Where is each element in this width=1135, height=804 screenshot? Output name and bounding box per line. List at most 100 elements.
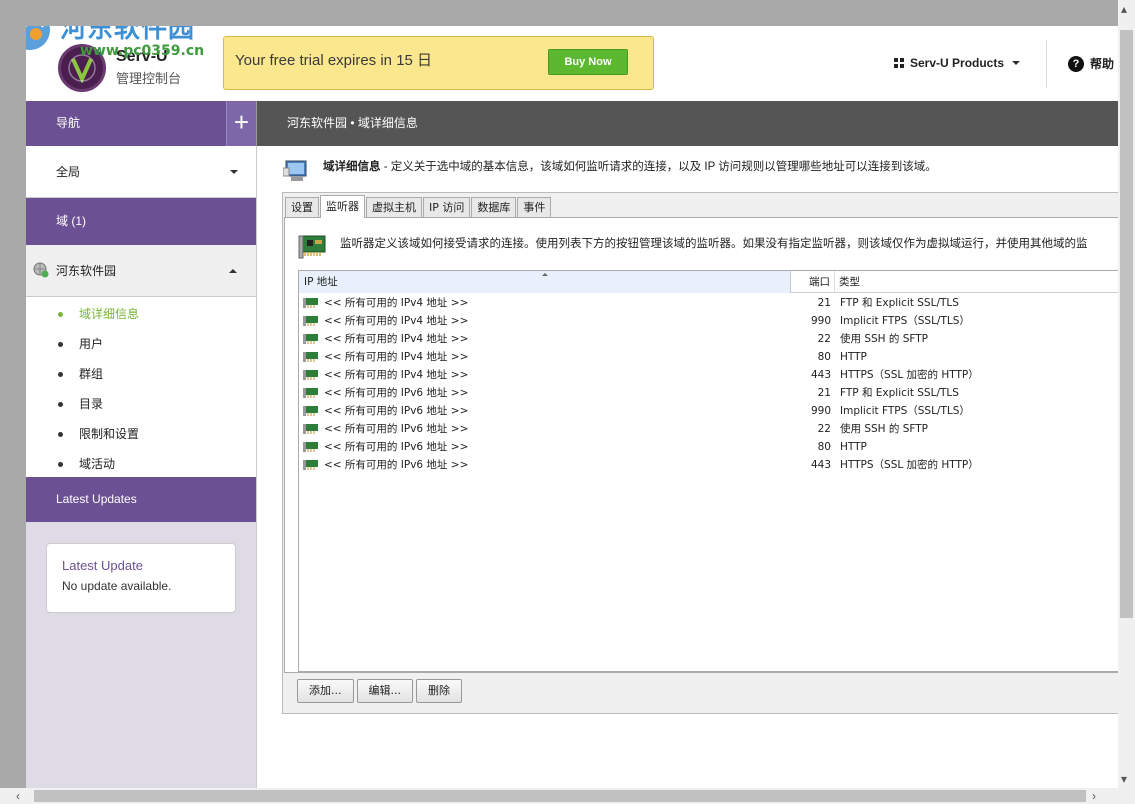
- column-header-port[interactable]: 端口: [791, 271, 835, 293]
- domain-submenu: 域详细信息 用户 群组 目录 限制和设置 域活动: [26, 297, 256, 477]
- bullet-icon: [58, 372, 63, 377]
- sidebar-item-label: 全局: [56, 165, 81, 179]
- products-label: Serv-U Products: [910, 56, 1005, 70]
- cell-type: Implicit FTPS（SSL/TLS）: [840, 405, 970, 417]
- sidebar-item-label: 域活动: [79, 457, 116, 471]
- sidebar-item-global[interactable]: 全局: [26, 146, 256, 198]
- tab-ip-access[interactable]: IP 访问: [423, 197, 471, 217]
- help-label: 帮助: [1090, 57, 1115, 71]
- listeners-tab-pane: 监听器定义该域如何接受请求的连接。使用列表下方的按钮管理该域的监听器。如果没有指…: [284, 217, 1118, 673]
- cell-port: 80: [817, 351, 831, 363]
- latest-updates-header[interactable]: Latest Updates: [26, 477, 256, 522]
- sidebar-item-label: 群组: [79, 367, 104, 381]
- watermark-url: www.pc0359.cn: [80, 43, 205, 59]
- table-row[interactable]: << 所有可用的 IPv6 地址 >> 80 HTTP: [299, 438, 1118, 456]
- cell-type: HTTPS（SSL 加密的 HTTP）: [840, 369, 979, 381]
- bullet-icon: [58, 312, 63, 317]
- sidebar-item-domain-details[interactable]: 域详细信息: [26, 299, 256, 329]
- cell-ip: << 所有可用的 IPv6 地址 >>: [324, 423, 469, 435]
- scroll-right-arrow-icon[interactable]: ›: [1092, 789, 1096, 803]
- table-row[interactable]: << 所有可用的 IPv6 地址 >> 443 HTTPS（SSL 加密的 HTTP…: [299, 456, 1118, 474]
- table-row[interactable]: << 所有可用的 IPv4 地址 >> 990 Implicit FTPS（SSL/…: [299, 312, 1118, 330]
- delete-listener-button[interactable]: 删除: [416, 679, 462, 703]
- bullet-icon: [58, 462, 63, 467]
- listeners-description: 监听器定义该域如何接受请求的连接。使用列表下方的按钮管理该域的监听器。如果没有指…: [340, 238, 1088, 250]
- latest-update-box: Latest Update No update available.: [46, 543, 236, 613]
- serv-u-products-menu[interactable]: Serv-U Products: [894, 56, 1021, 70]
- sidebar: 导航 + 全局 域 (1) 河东软件园 域详细信息 用户 群组 目录 限制和设置…: [26, 101, 256, 788]
- watermark-logo: [26, 26, 50, 50]
- tab-settings[interactable]: 设置: [285, 197, 319, 217]
- tab-database[interactable]: 数据库: [471, 197, 517, 217]
- edit-listener-button[interactable]: 编辑...: [356, 679, 413, 703]
- listener-icon: [303, 298, 318, 308]
- cell-port: 22: [817, 423, 831, 435]
- bullet-icon: [58, 342, 63, 347]
- horizontal-scrollbar-thumb[interactable]: [34, 790, 1086, 802]
- sidebar-item-domain-hedong[interactable]: 河东软件园: [26, 245, 256, 297]
- main-content: 域详细信息 - 定义关于选中域的基本信息，该域如何监听请求的连接，以及 IP 访…: [256, 146, 1118, 788]
- listener-icon: [303, 316, 318, 326]
- tab-listeners[interactable]: 监听器: [320, 195, 365, 218]
- cell-ip: << 所有可用的 IPv6 地址 >>: [324, 405, 469, 417]
- sidebar-item-label: 域详细信息: [79, 307, 140, 321]
- domain-info-text: - 定义关于选中域的基本信息，该域如何监听请求的连接，以及 IP 访问规则以管理…: [380, 161, 937, 173]
- tab-virtual-hosts[interactable]: 虚拟主机: [366, 197, 422, 217]
- table-row[interactable]: << 所有可用的 IPv4 地址 >> 443 HTTPS（SSL 加密的 HTTP…: [299, 366, 1118, 384]
- header-divider: [1046, 40, 1047, 88]
- cell-ip: << 所有可用的 IPv6 地址 >>: [324, 387, 469, 399]
- table-header: IP 地址 端口 类型: [299, 271, 1118, 293]
- chevron-up-icon: [229, 269, 237, 273]
- add-listener-button[interactable]: 添加...: [297, 679, 354, 703]
- scroll-down-arrow-icon[interactable]: ▾: [1121, 772, 1127, 786]
- help-button[interactable]: ? 帮助: [1068, 55, 1114, 72]
- table-row[interactable]: << 所有可用的 IPv4 地址 >> 21 FTP 和 Explicit SSL/…: [299, 294, 1118, 312]
- table-row[interactable]: << 所有可用的 IPv6 地址 >> 21 FTP 和 Explicit SSL/…: [299, 384, 1118, 402]
- sidebar-item-label: 限制和设置: [79, 427, 140, 441]
- nav-header: 导航: [26, 101, 226, 146]
- table-row[interactable]: << 所有可用的 IPv4 地址 >> 80 HTTP: [299, 348, 1118, 366]
- column-header-type[interactable]: 类型: [835, 271, 1118, 293]
- product-subtitle: 管理控制台: [116, 71, 182, 86]
- tab-bar: 设置 监听器 虚拟主机 IP 访问 数据库 事件: [285, 195, 552, 218]
- column-header-ip[interactable]: IP 地址: [299, 271, 791, 293]
- buy-now-button[interactable]: Buy Now: [548, 49, 628, 75]
- sort-ascending-icon: [542, 273, 548, 276]
- sidebar-item-label: 用户: [79, 337, 104, 351]
- domain-info-title: 域详细信息: [323, 161, 381, 173]
- scroll-up-arrow-icon[interactable]: ▴: [1121, 2, 1127, 16]
- table-row[interactable]: << 所有可用的 IPv4 地址 >> 22 使用 SSH 的 SFTP: [299, 330, 1118, 348]
- cell-ip: << 所有可用的 IPv4 地址 >>: [324, 351, 469, 363]
- cell-ip: << 所有可用的 IPv6 地址 >>: [324, 441, 469, 453]
- grid-icon: [894, 58, 904, 68]
- sidebar-item-label: 目录: [79, 397, 104, 411]
- latest-update-title: Latest Update: [62, 558, 143, 573]
- sidebar-item-groups[interactable]: 群组: [26, 359, 256, 389]
- table-row[interactable]: << 所有可用的 IPv6 地址 >> 990 Implicit FTPS（SSL/…: [299, 402, 1118, 420]
- sidebar-item-domains[interactable]: 域 (1): [26, 198, 256, 245]
- scroll-left-arrow-icon[interactable]: ‹: [16, 789, 20, 803]
- vertical-scrollbar-thumb[interactable]: [1120, 30, 1133, 618]
- cell-type: HTTPS（SSL 加密的 HTTP）: [840, 459, 979, 471]
- trial-banner: Your free trial expires in 15 日 Buy Now: [223, 36, 654, 90]
- app-window: Serv-U 管理控制台 Your free trial expires in …: [26, 26, 1118, 788]
- cell-port: 990: [810, 315, 831, 327]
- sidebar-item-directories[interactable]: 目录: [26, 389, 256, 419]
- sidebar-item-users[interactable]: 用户: [26, 329, 256, 359]
- network-card-icon: [298, 235, 326, 259]
- listener-icon: [303, 352, 318, 362]
- listener-icon: [303, 424, 318, 434]
- cell-ip: << 所有可用的 IPv4 地址 >>: [324, 297, 469, 309]
- table-row[interactable]: << 所有可用的 IPv6 地址 >> 22 使用 SSH 的 SFTP: [299, 420, 1118, 438]
- listener-icon: [303, 406, 318, 416]
- sidebar-item-limits[interactable]: 限制和设置: [26, 419, 256, 449]
- bullet-icon: [58, 432, 63, 437]
- sidebar-item-domain-activity[interactable]: 域活动: [26, 449, 256, 479]
- tab-events[interactable]: 事件: [517, 197, 552, 217]
- cell-port: 21: [817, 387, 831, 399]
- add-domain-button[interactable]: +: [226, 101, 256, 146]
- cell-port: 990: [810, 405, 831, 417]
- cell-type: HTTP: [840, 351, 867, 363]
- latest-update-text: No update available.: [62, 579, 172, 593]
- column-label: IP 地址: [304, 276, 338, 288]
